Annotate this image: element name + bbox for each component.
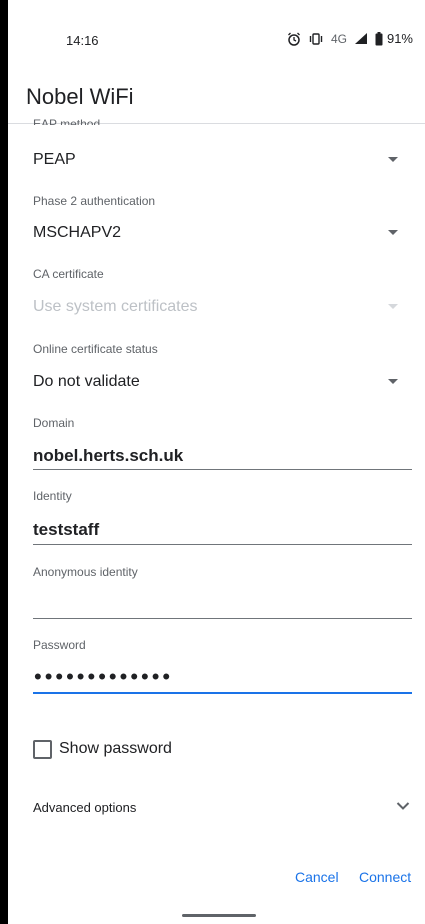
eap-method-label: EAP method [33, 117, 101, 125]
online-cert-status-dropdown-icon[interactable] [388, 379, 398, 384]
status-icons: 4G 91% [287, 31, 413, 46]
ca-certificate-dropdown-icon[interactable] [388, 304, 398, 309]
status-time: 14:16 [66, 33, 99, 48]
dialog-title: Nobel WiFi [26, 84, 134, 109]
password-underline [33, 692, 412, 694]
ca-certificate-select[interactable]: Use system certificates [33, 298, 197, 316]
domain-label: Domain [33, 416, 75, 430]
show-password-checkbox[interactable] [33, 740, 52, 759]
ca-certificate-label: CA certificate [33, 267, 104, 281]
online-cert-status-label: Online certificate status [33, 342, 158, 356]
anonymous-identity-underline [33, 618, 412, 619]
eap-method-select[interactable]: PEAP [33, 151, 76, 169]
show-password-label[interactable]: Show password [59, 740, 172, 758]
eap-method-dropdown-icon[interactable] [388, 157, 398, 162]
advanced-options-toggle[interactable]: Advanced options [33, 800, 136, 815]
identity-field[interactable]: teststaff [33, 520, 99, 540]
cancel-button[interactable]: Cancel [295, 869, 339, 885]
status-bar: 14:16 4G 91% [8, 0, 425, 80]
signal-icon [354, 32, 368, 45]
wifi-config-screen: 14:16 4G 91% Nobel WiFi EAP method PEAP … [8, 0, 425, 924]
phase2-label: Phase 2 authentication [33, 194, 156, 208]
connect-button[interactable]: Connect [359, 869, 411, 885]
chevron-down-icon[interactable] [396, 798, 410, 816]
alarm-icon [287, 32, 301, 46]
domain-field[interactable]: nobel.herts.sch.uk [33, 446, 183, 466]
identity-underline [33, 544, 412, 545]
vibrate-icon [308, 32, 324, 45]
battery-icon [375, 31, 383, 46]
online-cert-status-select[interactable]: Do not validate [33, 373, 140, 391]
network-type: 4G [330, 31, 347, 46]
battery-percent: 91% [386, 31, 413, 46]
anonymous-identity-label: Anonymous identity [33, 565, 138, 579]
password-field[interactable]: ••••••••••••• [34, 664, 173, 690]
phase2-select[interactable]: MSCHAPV2 [33, 224, 121, 242]
identity-label: Identity [33, 489, 72, 503]
phase2-dropdown-icon[interactable] [388, 230, 398, 235]
domain-underline [33, 469, 412, 470]
anonymous-identity-field[interactable] [33, 595, 412, 615]
password-label: Password [33, 638, 86, 652]
gesture-nav-bar[interactable] [182, 914, 256, 917]
